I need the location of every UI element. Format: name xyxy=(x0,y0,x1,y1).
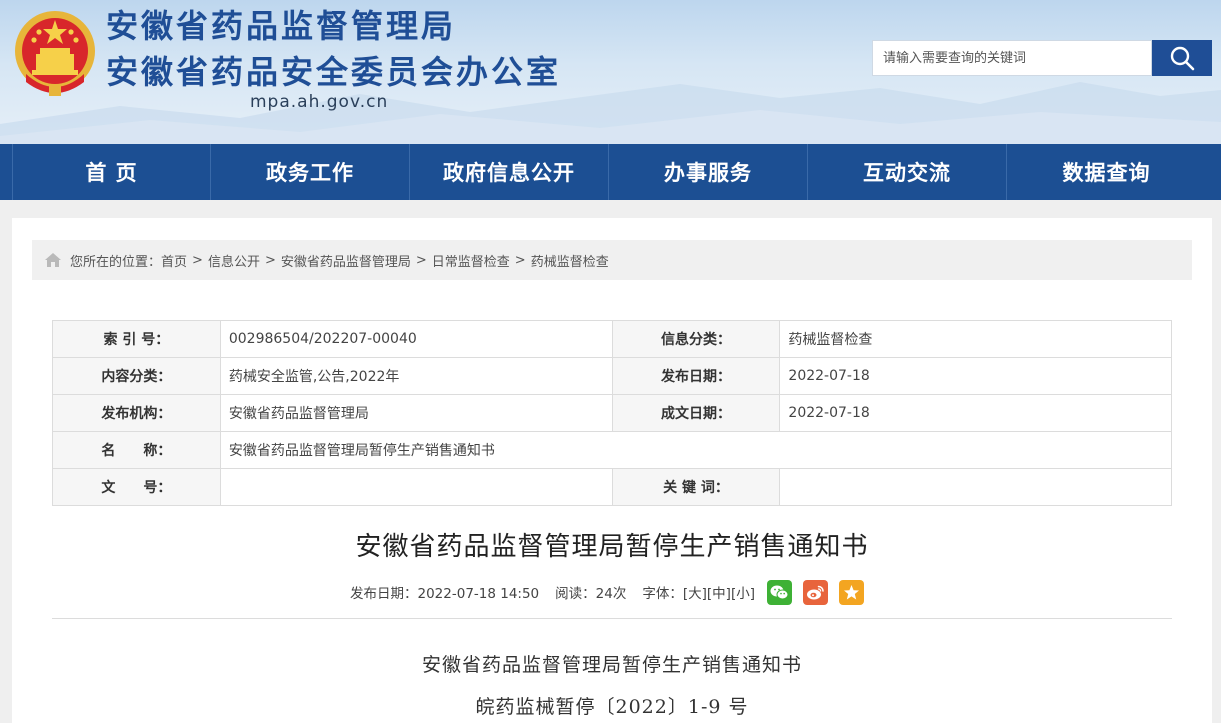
site-title-line1: 安徽省药品监督管理局 xyxy=(106,7,457,45)
breadcrumb-item-bureau[interactable]: 安徽省药品监督管理局 xyxy=(281,251,411,270)
table-row: 索 引 号： 002986504/202207-00040 信息分类： 药械监督… xyxy=(52,320,1172,358)
nav-item-government-work[interactable]: 政务工作 xyxy=(211,144,410,200)
publisher-value: 安徽省药品监督管理局 xyxy=(219,394,613,432)
table-row: 内容分类： 药械安全监管,公告,2022年 发布日期： 2022-07-18 xyxy=(52,357,1172,395)
home-icon xyxy=(45,253,61,267)
favorite-button[interactable] xyxy=(838,579,864,605)
share-wechat-button[interactable] xyxy=(766,579,792,605)
content-panel: 您所在的位置： 首页 > 信息公开 > 安徽省药品监督管理局 > 日常监督检查 … xyxy=(12,218,1212,723)
nav-item-data-query[interactable]: 数据查询 xyxy=(1007,144,1206,200)
font-size-large-button[interactable]: [大] xyxy=(683,582,707,602)
name-label: 名 称： xyxy=(52,431,221,469)
article-info-bar: 发布日期：2022-07-18 14:50 阅读：24次 字体： [大] [中]… xyxy=(350,578,864,606)
keywords-label: 关 键 词： xyxy=(611,468,781,506)
breadcrumb-separator: > xyxy=(514,252,526,268)
table-row: 名 称： 安徽省药品监督管理局暂停生产销售通知书 xyxy=(52,431,1173,469)
index-value: 002986504/202207-00040 xyxy=(219,320,613,358)
info-metadata-table: 索 引 号： 002986504/202207-00040 信息分类： 药械监督… xyxy=(52,320,1173,506)
content-category-value: 药械安全监管,公告,2022年 xyxy=(219,357,613,395)
publish-date-value: 2022-07-18 xyxy=(779,357,1172,395)
article-body-heading: 安徽省药品监督管理局暂停生产销售通知书 xyxy=(421,654,802,676)
document-date-label: 成文日期： xyxy=(611,394,781,432)
article-publish-date: 发布日期：2022-07-18 14:50 xyxy=(350,586,540,602)
document-date-value: 2022-07-18 xyxy=(779,394,1172,432)
category-value: 药械监督检查 xyxy=(779,320,1172,358)
publisher-label: 发布机构： xyxy=(52,394,221,432)
site-header: 安徽省药品监督管理局 安徽省药品安全委员会办公室 mpa.ah.gov.cn xyxy=(0,0,1221,144)
breadcrumb-separator: > xyxy=(415,252,427,268)
breadcrumb: 您所在的位置： 首页 > 信息公开 > 安徽省药品监督管理局 > 日常监督检查 … xyxy=(32,240,1192,280)
magnifier-icon xyxy=(1170,46,1195,71)
breadcrumb-prefix: 您所在的位置： xyxy=(70,254,162,270)
document-number-label: 文 号： xyxy=(52,468,221,506)
breadcrumb-separator: > xyxy=(192,252,203,268)
table-row: 文 号： 关 键 词： xyxy=(52,468,1172,506)
keywords-value xyxy=(779,468,1172,506)
breadcrumb-item-daily-inspection[interactable]: 日常监督检查 xyxy=(432,251,510,270)
breadcrumb-item-info[interactable]: 信息公开 xyxy=(208,251,260,270)
breadcrumb-separator: > xyxy=(264,252,276,268)
table-row: 发布机构： 安徽省药品监督管理局 成文日期： 2022-07-18 xyxy=(52,394,1172,432)
article-title: 安徽省药品监督管理局暂停生产销售通知书 xyxy=(355,532,869,562)
content-category-label: 内容分类： xyxy=(52,357,221,395)
article-document-number: 皖药监械暂停〔2022〕1-9 号 xyxy=(475,696,749,718)
nav-item-home[interactable]: 首 页 xyxy=(12,144,211,200)
category-label: 信息分类： xyxy=(611,320,781,358)
publish-date-label: 发布日期： xyxy=(611,357,781,395)
font-size-medium-button[interactable]: [中] xyxy=(707,582,731,602)
nav-item-services[interactable]: 办事服务 xyxy=(609,144,808,200)
nav-item-interaction[interactable]: 互动交流 xyxy=(808,144,1007,200)
share-weibo-button[interactable] xyxy=(802,579,828,605)
nav-item-info-disclosure[interactable]: 政府信息公开 xyxy=(410,144,609,200)
weibo-icon xyxy=(806,585,824,599)
document-number-value xyxy=(219,468,613,506)
main-nav: 首 页 政务工作 政府信息公开 办事服务 互动交流 数据查询 xyxy=(0,144,1221,200)
search-button[interactable] xyxy=(1152,40,1212,76)
article-read-count: 阅读：24次 xyxy=(555,586,627,602)
name-value: 安徽省药品监督管理局暂停生产销售通知书 xyxy=(219,431,1173,469)
national-emblem-icon xyxy=(15,11,95,96)
star-icon xyxy=(843,584,859,599)
site-title-line2: 安徽省药品安全委员会办公室 xyxy=(106,53,562,91)
breadcrumb-item-home[interactable]: 首页 xyxy=(161,251,187,270)
font-size-small-button[interactable]: [小] xyxy=(731,582,755,602)
site-domain: mpa.ah.gov.cn xyxy=(250,92,389,112)
content-divider xyxy=(52,618,1172,619)
wechat-icon xyxy=(770,585,789,599)
search-input[interactable] xyxy=(872,40,1152,76)
index-label: 索 引 号： xyxy=(52,320,221,358)
font-size-label: 字体： xyxy=(642,586,683,602)
breadcrumb-item-device-inspection[interactable]: 药械监督检查 xyxy=(531,251,609,270)
